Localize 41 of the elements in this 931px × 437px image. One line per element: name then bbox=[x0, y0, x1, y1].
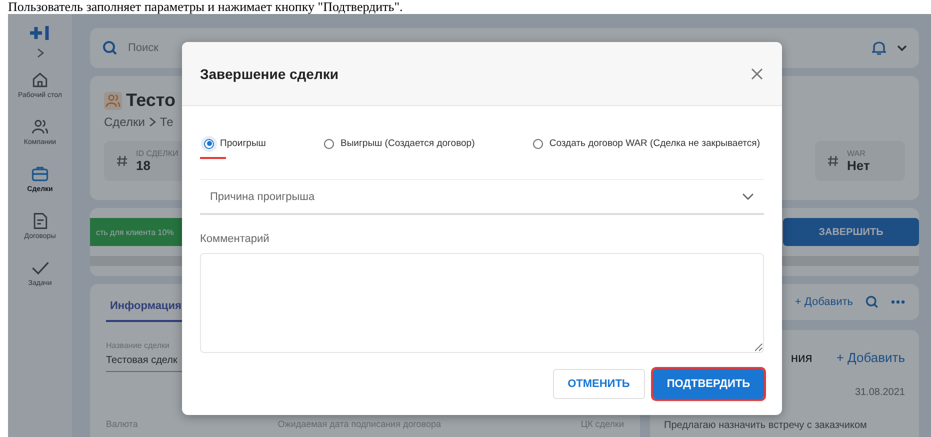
stat-label: ID СДЕЛКИ bbox=[136, 149, 178, 158]
confirm-button[interactable]: ПОДТВЕРДИТЬ bbox=[652, 369, 764, 399]
deal-title: Тесто bbox=[126, 90, 176, 111]
note-text: Предлагаю назначить встречу с заказчиком bbox=[664, 420, 868, 431]
stat-value: Нет bbox=[847, 158, 870, 173]
field-label: Ожидаемая дата подписания договора bbox=[278, 419, 441, 429]
expand-chevron-icon[interactable] bbox=[36, 48, 44, 58]
bell-icon[interactable] bbox=[871, 39, 887, 57]
house-icon bbox=[30, 70, 50, 90]
stat-label: WAR bbox=[847, 149, 866, 158]
hash-icon bbox=[827, 155, 839, 167]
notes-title: ния bbox=[790, 350, 812, 365]
chevron-down-icon[interactable] bbox=[742, 192, 754, 200]
breadcrumb-link[interactable]: Сделки bbox=[104, 115, 145, 129]
comment-field[interactable] bbox=[200, 253, 764, 353]
loss-reason-dropdown[interactable]: Причина проигрыша bbox=[200, 179, 764, 215]
dialog-title: Завершение сделки bbox=[200, 66, 338, 82]
search-icon[interactable] bbox=[865, 295, 879, 309]
radio-option[interactable]: Выигрыш (Создается договор) bbox=[320, 134, 479, 153]
caption-text: Пользователь заполняет параметры и нажимает кнопку "Подтвердить". bbox=[7, 0, 404, 14]
field-label: Валюта bbox=[106, 419, 138, 429]
finish-button[interactable]: ЗАВЕРШИТЬ bbox=[783, 218, 919, 246]
add-link[interactable]: + Добавить bbox=[794, 296, 853, 308]
field-label: Название сделки bbox=[106, 341, 170, 350]
breadcrumb-link[interactable]: Те bbox=[160, 115, 174, 129]
app-logo bbox=[29, 24, 51, 42]
radio-option[interactable]: Проигрыш bbox=[200, 134, 270, 153]
field-label: ЦК сделки bbox=[580, 419, 624, 429]
note-date: 31.08.2021 bbox=[854, 387, 905, 398]
stat-value: 18 bbox=[136, 158, 152, 173]
search-icon[interactable] bbox=[102, 40, 118, 56]
chevron-down-icon[interactable] bbox=[897, 44, 907, 52]
add-link[interactable]: + Добавить bbox=[836, 350, 905, 365]
close-icon[interactable] bbox=[750, 66, 764, 80]
briefcase-icon bbox=[30, 164, 50, 184]
breadcrumb-separator-icon bbox=[148, 117, 156, 127]
cancel-button[interactable]: ОТМЕНИТЬ bbox=[552, 369, 645, 399]
hash-icon bbox=[116, 155, 128, 167]
more-icon[interactable] bbox=[891, 300, 905, 304]
radio-option[interactable]: Создать договор WAR (Сделка не закрывается) bbox=[529, 134, 764, 153]
people-icon bbox=[104, 92, 122, 110]
